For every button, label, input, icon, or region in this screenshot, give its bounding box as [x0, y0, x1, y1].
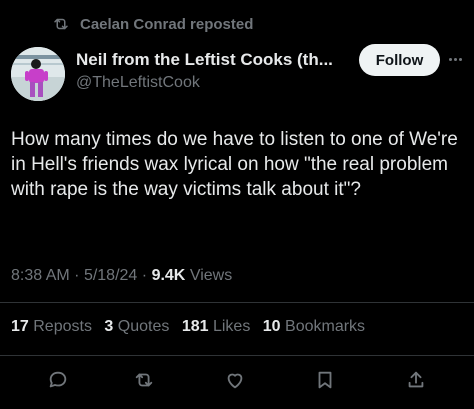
tweet-date[interactable]: 5/18/24: [84, 267, 137, 284]
follow-button[interactable]: Follow: [359, 44, 440, 76]
author-display-name[interactable]: Neil from the Leftist Cooks (th...: [76, 50, 333, 70]
meta-separator: ·: [74, 267, 84, 284]
reply-button[interactable]: [47, 369, 69, 391]
views-label: Views: [189, 267, 233, 284]
reposts-count: 17: [11, 318, 29, 335]
tweet-text: How many times do we have to listen to o…: [11, 129, 458, 200]
quotes-label: Quotes: [117, 318, 170, 335]
avatar-image: [11, 47, 65, 101]
more-dot-3: [458, 57, 462, 61]
meta-separator: ·: [141, 267, 152, 284]
like-icon: [227, 373, 243, 389]
more-icon[interactable]: [444, 52, 466, 66]
bookmarks-label: Bookmarks: [285, 318, 366, 335]
avatar[interactable]: [11, 47, 65, 101]
repost-button[interactable]: [133, 369, 155, 391]
repost-icon: [54, 18, 68, 30]
likes-stat[interactable]: 181 Likes: [182, 318, 251, 335]
reply-icon: [49, 371, 67, 388]
engagement-stats: 17 Reposts 3 Quotes 181 Likes 10 Bookmar…: [11, 318, 373, 336]
reposts-label: Reposts: [33, 318, 92, 335]
share-icon: [408, 371, 424, 388]
divider: [0, 302, 474, 303]
share-button[interactable]: [405, 369, 427, 391]
quotes-stat[interactable]: 3 Quotes: [104, 318, 169, 335]
repost-text: Caelan Conrad reposted: [80, 15, 254, 33]
quotes-count: 3: [104, 318, 114, 335]
views-count: 9.4K: [151, 267, 186, 284]
more-dot-1: [448, 57, 452, 61]
tweet-meta: 8:38 AM · 5/18/24 · 9.4K Views: [11, 267, 232, 285]
bookmarks-stat[interactable]: 10 Bookmarks: [263, 318, 365, 335]
bookmark-button[interactable]: [314, 369, 336, 391]
tweet-time[interactable]: 8:38 AM: [11, 267, 70, 284]
like-button[interactable]: [224, 369, 246, 391]
repost-header[interactable]: Caelan Conrad reposted: [52, 13, 253, 35]
repost-icon: [135, 373, 153, 387]
bookmark-icon: [318, 371, 332, 389]
reposts-stat[interactable]: 17 Reposts: [11, 318, 92, 335]
likes-count: 181: [181, 318, 209, 335]
likes-label: Likes: [212, 318, 251, 335]
more-dot-2: [453, 57, 457, 61]
author-handle[interactable]: @TheLeftistCook: [76, 74, 200, 92]
bookmarks-count: 10: [262, 318, 281, 335]
action-bar: [0, 356, 474, 404]
